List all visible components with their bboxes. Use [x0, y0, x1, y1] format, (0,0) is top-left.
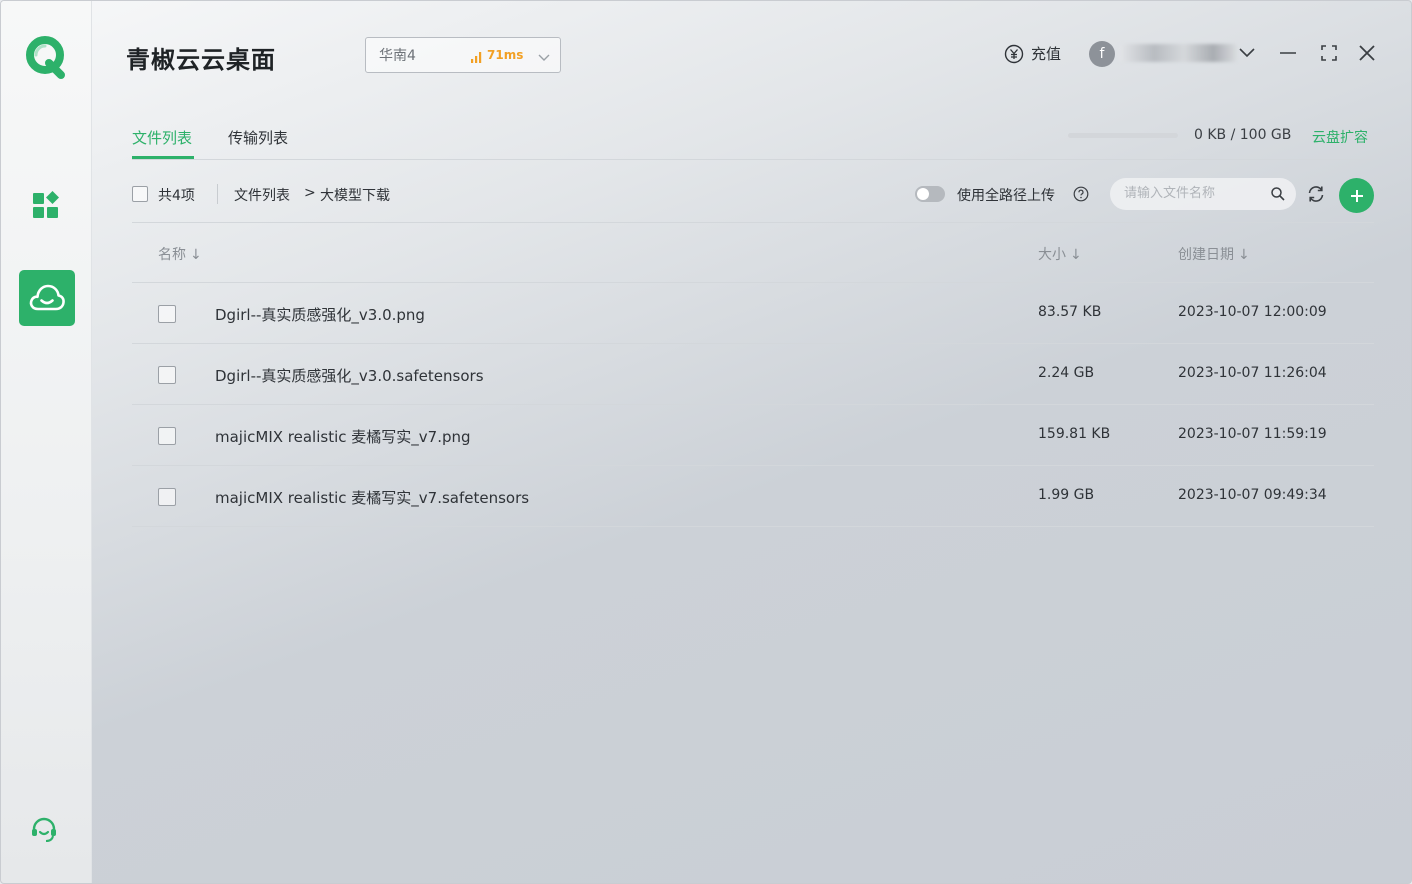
file-size: 83.57 KB [1038, 304, 1102, 320]
file-name[interactable]: majicMIX realistic 麦橘写实_v7.safetensors [215, 487, 529, 508]
username-redacted [1119, 44, 1237, 62]
file-toolbar: 共4项 文件列表 > 大模型下载 使用全路径上传 [132, 176, 1374, 213]
avatar[interactable]: f [1089, 41, 1115, 67]
recharge-label: 充值 [1031, 45, 1062, 63]
file-date: 2023-10-07 12:00:09 [1178, 304, 1327, 320]
cloud-smile-icon [29, 284, 65, 311]
customer-service-icon[interactable] [29, 815, 59, 845]
select-all-checkbox[interactable] [132, 186, 148, 202]
user-menu-chevron-icon[interactable] [1235, 41, 1259, 65]
fullscreen-icon[interactable] [1317, 41, 1341, 65]
divider [217, 184, 218, 204]
full-path-upload-toggle[interactable] [915, 186, 945, 202]
close-icon[interactable] [1355, 41, 1379, 65]
latency-label: 71ms [487, 48, 524, 62]
column-size-label: 大小 [1038, 247, 1066, 263]
table-row[interactable]: Dgirl--真实质感强化_v3.0.safetensors 2.24 GB 2… [132, 344, 1374, 405]
toggle-knob [917, 188, 929, 200]
full-path-upload-label: 使用全路径上传 [957, 188, 1055, 204]
file-table-body: Dgirl--真实质感强化_v3.0.png 83.57 KB 2023-10-… [132, 283, 1374, 527]
nav-apps-icon[interactable] [31, 189, 63, 221]
minimize-icon[interactable] [1276, 41, 1300, 65]
table-row[interactable]: majicMIX realistic 麦橘写实_v7.safetensors 1… [132, 466, 1374, 527]
row-checkbox[interactable] [158, 427, 176, 445]
nav-cloud-disk-button[interactable] [19, 270, 75, 326]
file-date: 2023-10-07 09:49:34 [1178, 487, 1327, 503]
region-name: 华南4 [379, 48, 416, 64]
file-size: 1.99 GB [1038, 487, 1095, 503]
breadcrumb-root[interactable]: 文件列表 [234, 185, 290, 205]
file-name[interactable]: Dgirl--真实质感强化_v3.0.png [215, 304, 425, 325]
file-search-box[interactable] [1110, 178, 1296, 210]
column-name-label: 名称 [158, 247, 186, 263]
column-header-name[interactable]: 名称 ↓ [158, 244, 202, 264]
breadcrumb-separator: > [304, 185, 316, 201]
upload-add-button[interactable] [1339, 178, 1374, 213]
breadcrumb-current: 大模型下载 [320, 188, 390, 204]
tab-file-list[interactable]: 文件列表 [132, 127, 192, 148]
column-header-size[interactable]: 大小 ↓ [1038, 244, 1082, 264]
file-size: 2.24 GB [1038, 365, 1095, 381]
file-date: 2023-10-07 11:26:04 [1178, 365, 1327, 381]
divider [132, 222, 1374, 223]
storage-usage-text: 0 KB / 100 GB [1194, 127, 1292, 143]
signal-strength-icon [470, 49, 484, 68]
item-count-label: 共4项 [158, 188, 195, 204]
plus-icon [1350, 189, 1363, 202]
file-table-header: 名称 ↓ 大小 ↓ 创建日期 ↓ [132, 241, 1374, 265]
recharge-button[interactable]: 充值 [1004, 43, 1061, 64]
column-header-date[interactable]: 创建日期 ↓ [1178, 244, 1250, 264]
region-selector[interactable]: 华南4 71ms [365, 37, 561, 73]
search-icon[interactable] [1270, 186, 1286, 206]
row-checkbox[interactable] [158, 488, 176, 506]
table-row[interactable]: majicMIX realistic 麦橘写实_v7.png 159.81 KB… [132, 405, 1374, 466]
row-checkbox[interactable] [158, 305, 176, 323]
search-input[interactable] [1122, 185, 1266, 202]
file-name[interactable]: majicMIX realistic 麦橘写实_v7.png [215, 426, 471, 447]
sort-arrow-icon: ↓ [1238, 247, 1250, 263]
refresh-icon[interactable] [1306, 184, 1326, 208]
yuan-coin-icon [1004, 44, 1024, 63]
app-window: 青椒云云桌面 华南4 71ms 充值 f 文件列表 传输列表 0 KB / 10… [0, 0, 1412, 884]
file-name[interactable]: Dgirl--真实质感强化_v3.0.safetensors [215, 365, 484, 386]
sidebar [1, 1, 92, 883]
file-date: 2023-10-07 11:59:19 [1178, 426, 1327, 442]
tab-transfer-list[interactable]: 传输列表 [228, 127, 288, 148]
row-checkbox[interactable] [158, 366, 176, 384]
app-title: 青椒云云桌面 [126, 46, 276, 74]
sort-arrow-icon: ↓ [190, 247, 202, 263]
help-icon[interactable] [1073, 186, 1089, 206]
app-logo-icon [23, 33, 71, 81]
divider [132, 159, 1374, 160]
sort-arrow-icon: ↓ [1070, 247, 1082, 263]
file-size: 159.81 KB [1038, 426, 1111, 442]
chevron-down-icon [537, 49, 551, 68]
table-row[interactable]: Dgirl--真实质感强化_v3.0.png 83.57 KB 2023-10-… [132, 283, 1374, 344]
column-date-label: 创建日期 [1178, 247, 1234, 263]
expand-storage-link[interactable]: 云盘扩容 [1312, 127, 1368, 147]
storage-progress-bar [1068, 133, 1178, 138]
